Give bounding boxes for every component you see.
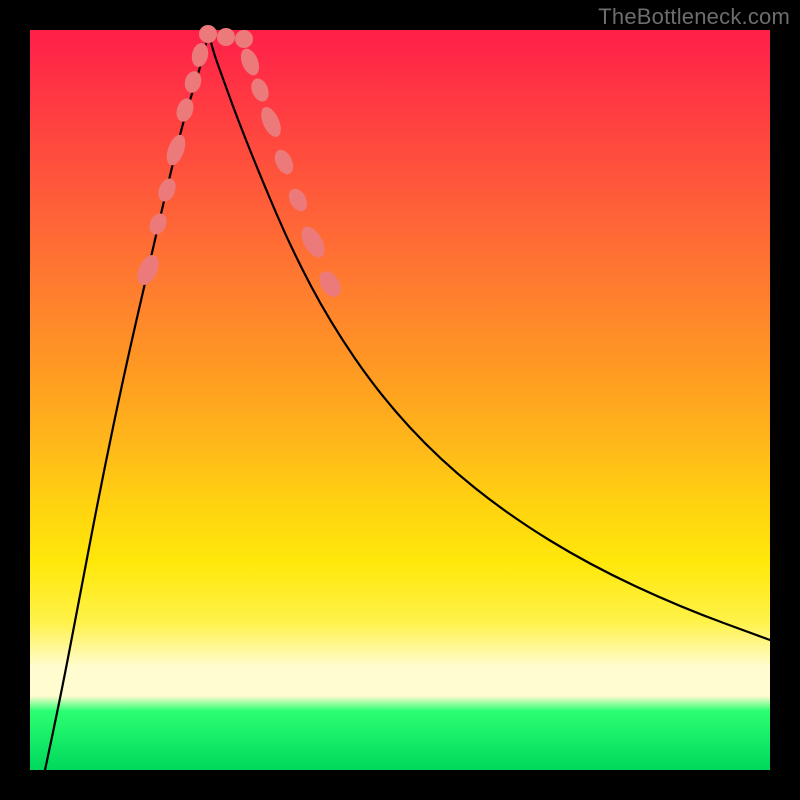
bead — [199, 25, 217, 43]
chart-frame: TheBottleneck.com — [0, 0, 800, 800]
bead — [182, 69, 203, 94]
bead — [174, 96, 197, 124]
watermark-label: TheBottleneck.com — [598, 4, 790, 30]
bead — [163, 132, 189, 168]
bead — [217, 28, 235, 46]
bead — [190, 42, 211, 69]
bead — [133, 252, 163, 289]
bead — [155, 176, 179, 204]
bead — [237, 46, 262, 78]
bead — [315, 267, 345, 300]
bead — [235, 30, 253, 48]
bottleneck-curve — [30, 30, 770, 770]
curve-beads — [133, 25, 345, 301]
curve-right-path — [208, 30, 770, 640]
bead — [257, 104, 285, 140]
bead — [285, 186, 310, 215]
bead — [271, 147, 297, 177]
bead — [146, 211, 170, 238]
bead — [297, 223, 330, 261]
bead — [248, 76, 272, 104]
